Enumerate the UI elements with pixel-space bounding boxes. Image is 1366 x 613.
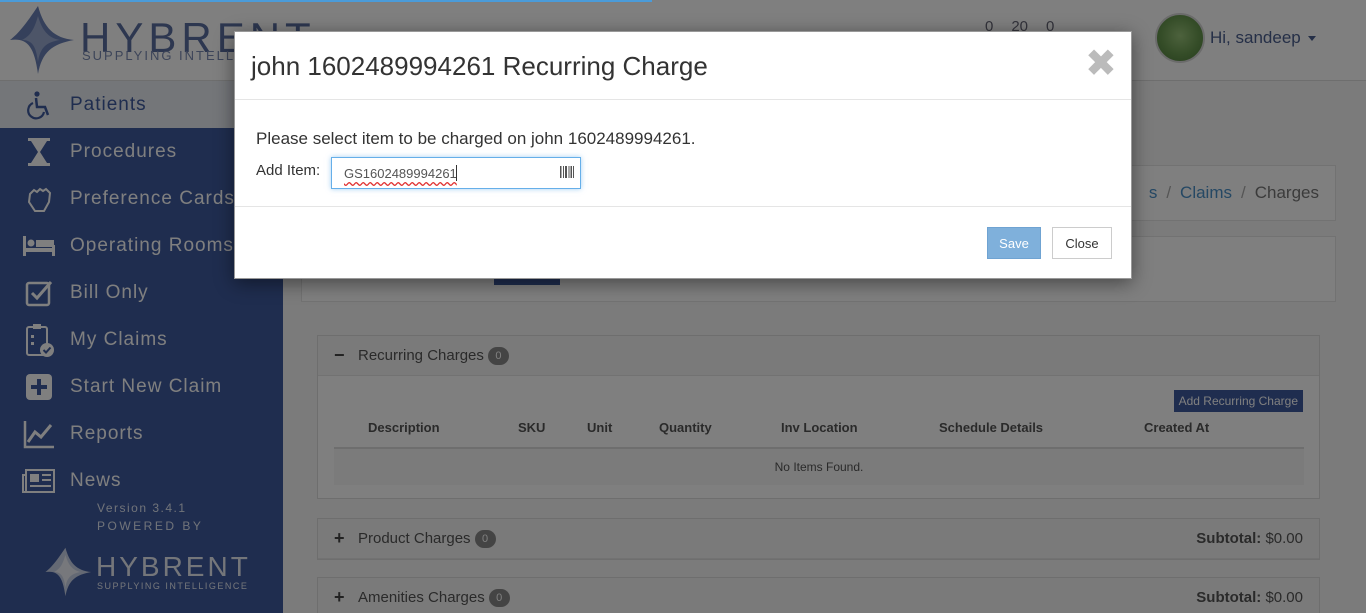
page-loading-bar [0,0,652,2]
barcode-icon[interactable] [560,165,574,179]
modal-header: john 1602489994261 Recurring Charge ✖ [235,32,1131,100]
modal-message: Please select item to be charged on john… [256,129,696,148]
add-item-label: Add Item: [256,162,321,179]
modal-title: john 1602489994261 Recurring Charge [251,51,708,81]
save-button[interactable]: Save [987,227,1041,259]
modal-footer: Save Close [235,208,1131,278]
close-icon[interactable]: ✖ [1085,45,1117,83]
text-cursor [456,165,457,181]
modal-body: Please select item to be charged on john… [235,101,1131,207]
recurring-charge-modal: john 1602489994261 Recurring Charge ✖ Pl… [234,31,1132,279]
add-item-value: GS1602489994261 [344,166,457,181]
close-button[interactable]: Close [1052,227,1112,259]
add-item-input[interactable]: GS1602489994261 [331,157,581,189]
